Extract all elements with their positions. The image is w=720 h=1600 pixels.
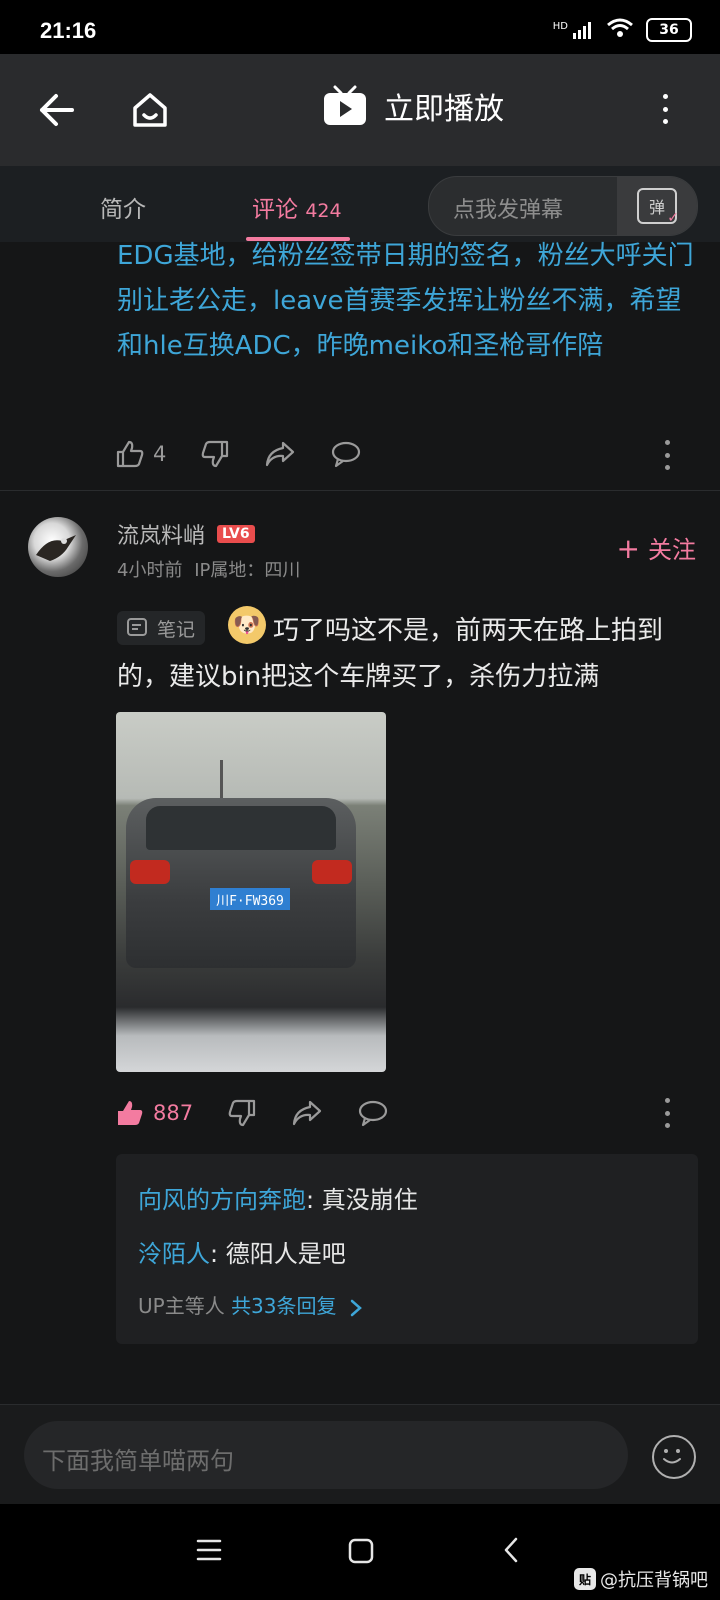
tab-intro[interactable]: 简介 — [100, 190, 146, 224]
nav-menu-button[interactable] — [196, 1538, 222, 1566]
thumbs-up-filled-icon — [118, 1101, 143, 1125]
reply-item[interactable]: 向风的方向奔跑: 真没崩住 — [138, 1180, 418, 1215]
comment-input[interactable]: 下面我简单喵两句 — [24, 1421, 628, 1489]
thumbs-up-icon — [116, 440, 144, 468]
status-icons: HD 36 — [553, 18, 692, 42]
note-icon — [127, 618, 147, 636]
chevron-right-icon — [350, 1299, 362, 1316]
view-all-replies-link[interactable]: UP主等人 共33条回复 — [138, 1290, 363, 1319]
comment-meta: 4小时前 IP属地：四川 — [117, 556, 300, 582]
play-now-button[interactable]: 立即播放 — [322, 84, 504, 128]
share-button[interactable] — [264, 440, 296, 468]
reply-button[interactable] — [357, 1099, 389, 1127]
comment-more-icon[interactable] — [662, 1098, 672, 1128]
level-badge: LV6 — [217, 525, 255, 543]
system-nav-bar: 贴 @抗压背锅吧 — [0, 1504, 720, 1600]
danmaku-icon-label: 弹 — [648, 198, 665, 217]
comment-ip: IP属地：四川 — [194, 560, 301, 581]
comment-divider — [0, 490, 720, 491]
thumbs-down-icon — [202, 440, 229, 468]
tab-comments-count: 424 — [305, 200, 342, 222]
comment-input-bar: 下面我简单喵两句 — [0, 1404, 720, 1505]
comment-time: 4小时前 — [117, 560, 183, 581]
comment-image[interactable]: 川F·FW369 — [116, 712, 386, 1072]
watermark: 贴 @抗压背锅吧 — [574, 1566, 708, 1592]
back-chevron-icon — [504, 1537, 518, 1563]
like-count: 4 — [153, 442, 167, 466]
comment-input-placeholder: 下面我简单喵两句 — [42, 1447, 234, 1475]
note-badge-label: 笔记 — [157, 618, 196, 641]
reply-author[interactable]: 向风的方向奔跑 — [138, 1186, 306, 1214]
status-bar: 21:16 HD 36 — [0, 0, 720, 54]
network-type-label: HD — [552, 21, 568, 32]
thumbs-down-icon — [228, 1099, 256, 1127]
like-button[interactable]: 4 — [115, 439, 166, 469]
smiley-icon — [663, 1449, 681, 1464]
dislike-button[interactable] — [200, 439, 230, 469]
username: 流岚料峭 — [117, 524, 206, 549]
danmaku-toggle-button[interactable]: 弹 ✓ — [617, 177, 697, 235]
comment-author[interactable]: 流岚料峭 LV6 — [117, 518, 255, 550]
doge-emoji-icon: 🐶 — [228, 606, 266, 644]
home-icon — [133, 93, 167, 127]
comment-actions: 887 — [115, 1093, 423, 1133]
comment-bubble-icon — [358, 1100, 388, 1127]
comment-bubble-icon — [332, 441, 361, 468]
like-button[interactable]: 887 — [115, 1098, 193, 1128]
nav-back-button[interactable] — [502, 1536, 520, 1568]
comment-more-icon[interactable] — [662, 440, 672, 470]
reply-text: : 德阳人是吧 — [210, 1240, 346, 1268]
back-button[interactable] — [26, 80, 86, 140]
danmaku-input[interactable]: 点我发弹幕 弹 ✓ — [428, 176, 698, 236]
nav-home-button[interactable] — [348, 1538, 374, 1568]
replies-preview[interactable]: 向风的方向奔跑: 真没崩住 泠陌人: 德阳人是吧 UP主等人 共33条回复 — [116, 1154, 698, 1344]
tieba-logo: 贴 — [574, 1568, 596, 1590]
tab-bar: 简介 评论 424 点我发弹幕 弹 ✓ — [0, 166, 720, 242]
tab-comments[interactable]: 评论 424 — [252, 190, 342, 224]
top-bar: 立即播放 — [0, 54, 720, 166]
menu-icon — [196, 1539, 222, 1561]
reply-author[interactable]: 泠陌人 — [138, 1240, 210, 1268]
emoji-button[interactable] — [652, 1435, 696, 1479]
tv-play-icon — [324, 85, 366, 125]
danmaku-icon: 弹 ✓ — [637, 188, 679, 226]
follow-button[interactable]: + 关注 — [617, 530, 696, 565]
replies-more-prefix: UP主等人 — [138, 1294, 225, 1318]
share-icon — [266, 441, 295, 467]
wifi-icon — [606, 18, 634, 42]
dislike-button[interactable] — [227, 1098, 257, 1128]
follow-label: 关注 — [648, 536, 696, 564]
prev-comment-actions: 4 — [115, 434, 396, 474]
share-icon — [292, 1100, 322, 1126]
like-count: 887 — [153, 1101, 194, 1125]
home-button[interactable] — [120, 80, 180, 140]
tab-comments-label: 评论 — [252, 197, 298, 223]
replies-count: 共33条回复 — [231, 1294, 337, 1318]
status-time: 21:16 — [40, 18, 97, 43]
prev-comment-text: EDG基地，给粉丝签带日期的签名，粉丝大呼关门别让老公走，leave首赛季发挥让… — [117, 241, 694, 361]
car-illustration: 川F·FW369 — [126, 798, 356, 968]
play-now-label: 立即播放 — [384, 92, 504, 127]
battery-icon: 36 — [646, 18, 692, 42]
signal-icon: HD — [553, 21, 594, 39]
note-badge[interactable]: 笔记 — [117, 611, 206, 645]
avatar[interactable] — [28, 517, 88, 577]
reply-button[interactable] — [330, 440, 362, 468]
square-icon — [348, 1538, 374, 1564]
watermark-text: @抗压背锅吧 — [600, 1570, 708, 1591]
more-options-icon[interactable] — [660, 94, 670, 124]
back-arrow-icon — [40, 94, 74, 126]
reply-item[interactable]: 泠陌人: 德阳人是吧 — [138, 1234, 346, 1269]
eagle-avatar-icon — [36, 535, 76, 561]
share-button[interactable] — [291, 1099, 323, 1127]
reply-text: : 真没崩住 — [306, 1186, 418, 1214]
license-plate: 川F·FW369 — [210, 888, 290, 910]
danmaku-placeholder: 点我发弹幕 — [453, 198, 564, 223]
plus-icon: + — [616, 532, 640, 565]
